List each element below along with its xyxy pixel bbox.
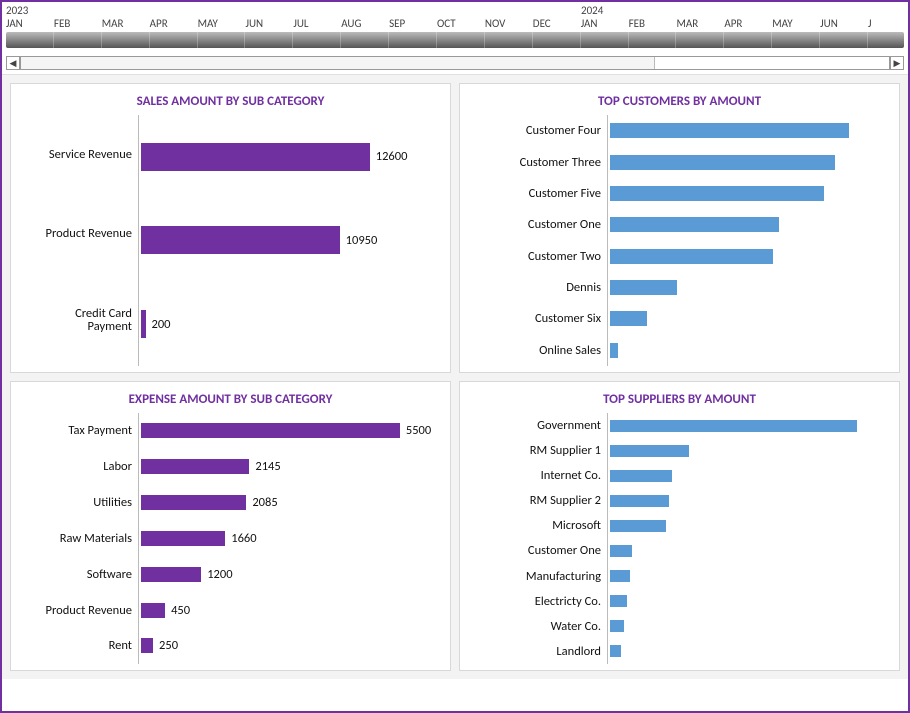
year-2023: 2023 (6, 4, 581, 17)
suppliers-chart-card: TOP SUPPLIERS BY AMOUNT Government RM Su… (459, 381, 900, 671)
category-label: Customer Three (468, 156, 601, 169)
category-label: Tax Payment (19, 424, 132, 437)
scroll-right-button[interactable]: ▶ (890, 56, 904, 70)
category-label: Credit CardPayment (19, 307, 132, 333)
data-label: 200 (152, 317, 171, 332)
category-label: Online Sales (468, 344, 601, 357)
category-label: Landlord (468, 645, 601, 658)
scroll-thumb[interactable] (21, 57, 655, 69)
dashboard-grid: SALES AMOUNT BY SUB CATEGORY Service Rev… (2, 75, 908, 679)
data-label: 2085 (252, 495, 277, 510)
category-label: Water Co. (468, 620, 601, 633)
sales-chart-card: SALES AMOUNT BY SUB CATEGORY Service Rev… (10, 83, 451, 373)
category-label: Customer Six (468, 312, 601, 325)
category-label: Raw Materials (19, 532, 132, 545)
data-label: 12600 (376, 149, 408, 164)
customers-chart-card: TOP CUSTOMERS BY AMOUNT Customer Four Cu… (459, 83, 900, 373)
data-label: 10950 (346, 233, 378, 248)
category-label: Government (468, 419, 601, 432)
data-label: 450 (171, 603, 190, 618)
category-label: Software (19, 568, 132, 581)
data-label: 1200 (207, 567, 232, 582)
chart-title: EXPENSE AMOUNT BY SUB CATEGORY (19, 392, 442, 407)
category-label: Product Revenue (19, 604, 132, 617)
category-label: Electricty Co. (468, 595, 601, 608)
expense-chart: Tax Payment Labor Utilities Raw Material… (19, 413, 442, 664)
category-label: Labor (19, 460, 132, 473)
timeline-scrollbar[interactable]: ◀ ▶ (6, 56, 904, 70)
category-label: RM Supplier 2 (468, 494, 601, 507)
chart-title: SALES AMOUNT BY SUB CATEGORY (19, 94, 442, 109)
category-label: Rent (19, 639, 132, 652)
category-label: RM Supplier 1 (468, 444, 601, 457)
year-2024: 2024 (581, 4, 908, 17)
category-label: Utilities (19, 496, 132, 509)
data-label: 2145 (255, 459, 280, 474)
sales-chart: Service Revenue Product Revenue Credit C… (19, 115, 442, 366)
category-label: Internet Co. (468, 469, 601, 482)
timeline-year-row: 2023 2024 (2, 2, 908, 17)
category-label: Customer One (468, 544, 601, 557)
customers-chart: Customer Four Customer Three Customer Fi… (468, 115, 891, 366)
category-label: Customer One (468, 218, 601, 231)
data-label: 250 (159, 638, 178, 653)
scroll-left-button[interactable]: ◀ (6, 56, 20, 70)
timeline-month-row: JAN FEB MAR APR MAY JUN JUL AUG SEP OCT … (2, 17, 908, 30)
data-label: 1660 (231, 531, 256, 546)
category-label: Manufacturing (468, 570, 601, 583)
category-label: Customer Two (468, 250, 601, 263)
category-label: Product Revenue (19, 227, 132, 240)
timeline-slicer[interactable]: 2023 2024 JAN FEB MAR APR MAY JUN JUL AU… (2, 2, 908, 75)
category-label: Service Revenue (19, 148, 132, 161)
category-label: Microsoft (468, 519, 601, 532)
data-label: 5500 (406, 423, 431, 438)
category-label: Customer Four (468, 124, 601, 137)
category-label: Customer Five (468, 187, 601, 200)
suppliers-chart: Government RM Supplier 1 Internet Co. RM… (468, 413, 891, 664)
scroll-track[interactable] (20, 56, 890, 70)
category-label: Dennis (468, 281, 601, 294)
timeline-track[interactable] (6, 32, 904, 48)
chart-title: TOP SUPPLIERS BY AMOUNT (468, 392, 891, 407)
chart-title: TOP CUSTOMERS BY AMOUNT (468, 94, 891, 109)
expense-chart-card: EXPENSE AMOUNT BY SUB CATEGORY Tax Payme… (10, 381, 451, 671)
